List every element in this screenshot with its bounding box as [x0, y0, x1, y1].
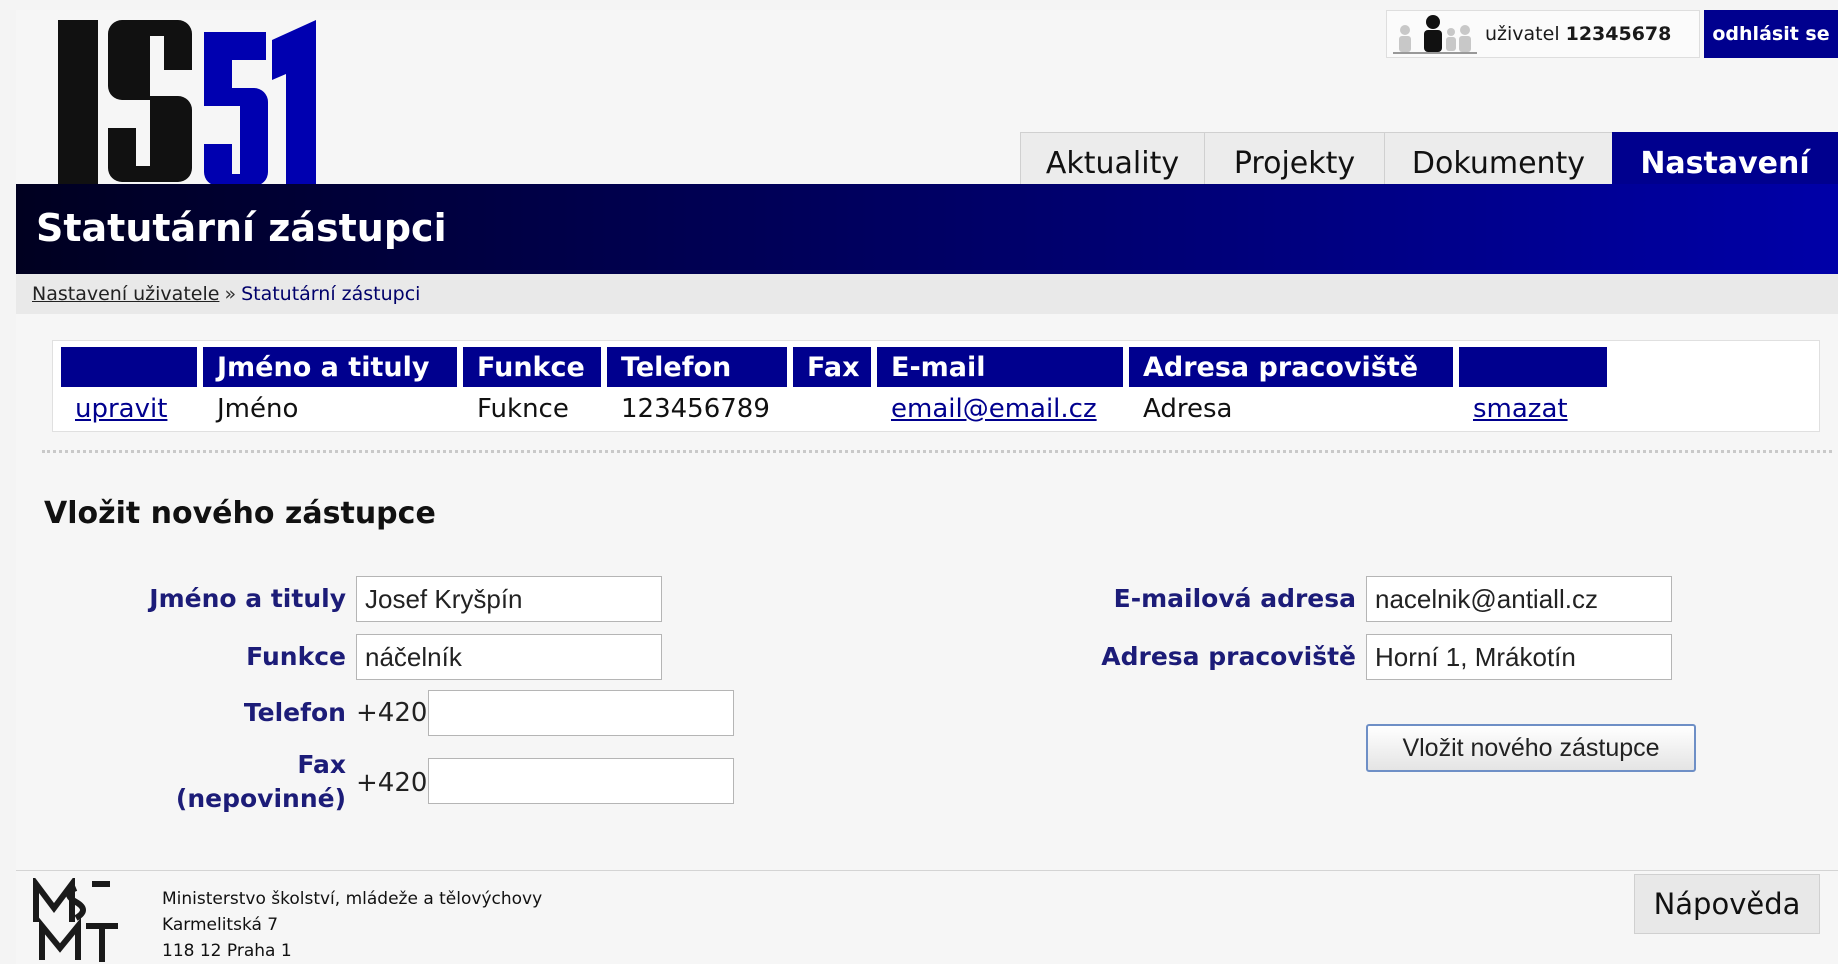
column-header-address: Adresa pracoviště [1129, 347, 1453, 387]
title-bar: Statutární zástupci [16, 184, 1838, 274]
breadcrumb-separator: » [224, 283, 237, 305]
users-icon [1393, 15, 1477, 54]
user-number: 12345678 [1565, 23, 1672, 45]
email-label: E-mailová adresa [1113, 584, 1356, 613]
breadcrumb-link-settings[interactable]: Nastavení uživatele [32, 283, 219, 305]
footer-org: Ministerstvo školství, mládeže a tělovýc… [162, 889, 543, 909]
fax-prefix: +420 [356, 768, 428, 798]
column-header-fax: Fax [793, 347, 871, 387]
help-button[interactable]: Nápověda [1634, 874, 1820, 934]
page: uživatel 12345678 odhlásit se Aktuality … [16, 10, 1838, 964]
breadcrumb: Nastavení uživatele » Statutární zástupc… [16, 274, 1838, 314]
phone-prefix: +420 [356, 698, 428, 728]
footer-address: Ministerstvo školství, mládeže a tělovýc… [162, 886, 542, 964]
page-title: Statutární zástupci [36, 206, 447, 250]
breadcrumb-current: Statutární zástupci [241, 283, 421, 305]
address-field[interactable]: Horní 1, Mrákotín [1366, 634, 1672, 680]
email-field[interactable]: nacelnik@antiall.cz [1366, 576, 1672, 622]
cell-fax [793, 391, 871, 427]
column-header-email: E-mail [877, 347, 1123, 387]
msmt-logo [33, 878, 118, 962]
add-representative-button[interactable]: Vložit nového zástupce [1366, 724, 1696, 772]
delete-link[interactable]: smazat [1459, 391, 1607, 427]
cell-phone: 123456789 [621, 394, 770, 424]
column-header-phone: Telefon [607, 347, 787, 387]
divider [42, 450, 1832, 453]
cell-address: Adresa [1143, 394, 1233, 424]
footer-street: Karmelitská 7 [162, 915, 279, 935]
column-header-delete [1459, 347, 1607, 387]
logout-button[interactable]: odhlásit se [1704, 10, 1838, 58]
function-label: Funkce [246, 642, 346, 671]
user-label: uživatel [1485, 23, 1560, 45]
footer-city: 118 12 Praha 1 [162, 941, 292, 961]
form-title: Vložit nového zástupce [44, 496, 436, 531]
function-field[interactable]: náčelník [356, 634, 662, 680]
edit-link[interactable]: upravit [61, 391, 197, 427]
column-header-function: Funkce [463, 347, 601, 387]
fax-field[interactable] [428, 758, 734, 804]
fax-label: Fax [297, 750, 346, 779]
phone-field[interactable] [428, 690, 734, 736]
cell-name: Jméno [217, 394, 299, 424]
footer-divider [16, 870, 1838, 871]
column-header-name: Jméno a tituly [203, 347, 457, 387]
fax-optional-note: (nepovinné) [175, 784, 346, 813]
column-header-actions [61, 347, 197, 387]
name-field[interactable]: Josef Kryšpín [356, 576, 662, 622]
representatives-table: Jméno a tituly Funkce Telefon Fax E-mail… [52, 340, 1820, 432]
user-info: uživatel 12345678 [1386, 10, 1700, 58]
cell-function: Fuknce [477, 394, 569, 424]
address-label: Adresa pracoviště [1101, 642, 1356, 671]
cell-email-link[interactable]: email@email.cz [877, 391, 1123, 427]
is51-logo [58, 20, 316, 186]
name-label: Jméno a tituly [149, 584, 346, 613]
phone-label: Telefon [243, 698, 346, 727]
